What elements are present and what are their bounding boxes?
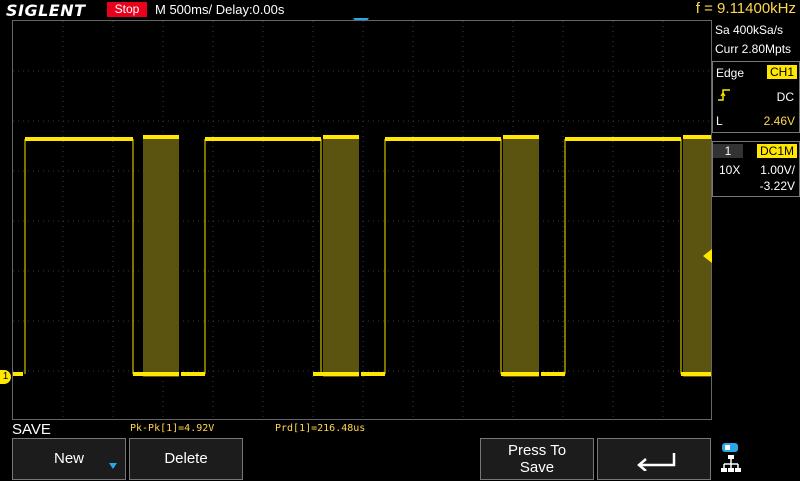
run-stop-status[interactable]: Stop (107, 2, 147, 17)
graticule (13, 21, 713, 421)
network-icon (720, 442, 742, 481)
brand-logo: SIGLENT (6, 1, 86, 20)
new-button[interactable]: New (12, 438, 126, 480)
memory-depth: Curr 2.80Mpts (715, 42, 792, 56)
trigger-source: CH1 (766, 65, 797, 79)
vertical-offset: -3.22V (759, 179, 795, 193)
trigger-level-label: L (716, 114, 723, 128)
trigger-level-value: 2.46V (763, 114, 795, 128)
trigger-level-marker[interactable] (703, 249, 712, 263)
press-to-save-button[interactable]: Press To Save (480, 438, 594, 480)
frequency-readout: f = 9.11400kHz (695, 0, 796, 17)
press-to-label: Press To (507, 442, 567, 459)
menu-title: SAVE (12, 421, 51, 438)
info-panel: Sa 400kSa/s Curr 2.80Mpts Edge CH1 DC L … (712, 20, 800, 420)
save-label: Save (519, 459, 555, 476)
return-arrow-icon (634, 449, 678, 475)
back-button[interactable] (597, 438, 711, 480)
trigger-coupling: DC (776, 90, 794, 104)
trace-burst-fill (323, 136, 359, 377)
trace-burst-fill (143, 136, 179, 377)
measurement-pkpk: Pk-Pk[1]=4.92V (130, 423, 215, 434)
delete-button[interactable]: Delete (129, 438, 243, 480)
rising-edge-icon (717, 88, 731, 105)
trigger-type: Edge (716, 66, 745, 80)
sample-rate: Sa 400kSa/s (715, 23, 784, 37)
timebase-value: M 500ms/ (155, 2, 213, 17)
channel1-trace (13, 135, 711, 377)
timebase-readout[interactable]: M 500ms/ Delay:0.00s (155, 2, 284, 17)
chevron-down-icon (109, 463, 117, 469)
measurement-period: Prd[1]=216.48us (275, 423, 366, 434)
waveform-display[interactable] (12, 20, 713, 421)
vertical-scale: 1.00V/ (760, 163, 795, 177)
delay-value: Delay:0.00s (215, 2, 285, 17)
delete-label: Delete (164, 450, 208, 467)
channel-number: 1 (713, 144, 743, 158)
channel-coupling: DC1M (756, 144, 797, 158)
channel1-info-box[interactable]: 1 DC1M 10X 1.00V/ -3.22V (712, 141, 800, 197)
channel1-ground-marker[interactable]: 1 (0, 370, 11, 384)
probe-attenuation: 10X (719, 163, 741, 177)
top-status-bar: SIGLENT Stop M 500ms/ Delay:0.00s f = 9.… (0, 0, 800, 20)
trace-burst-fill (503, 136, 539, 377)
waveform-canvas (13, 21, 713, 421)
trigger-info-box[interactable]: Edge CH1 DC L 2.46V (712, 61, 800, 133)
